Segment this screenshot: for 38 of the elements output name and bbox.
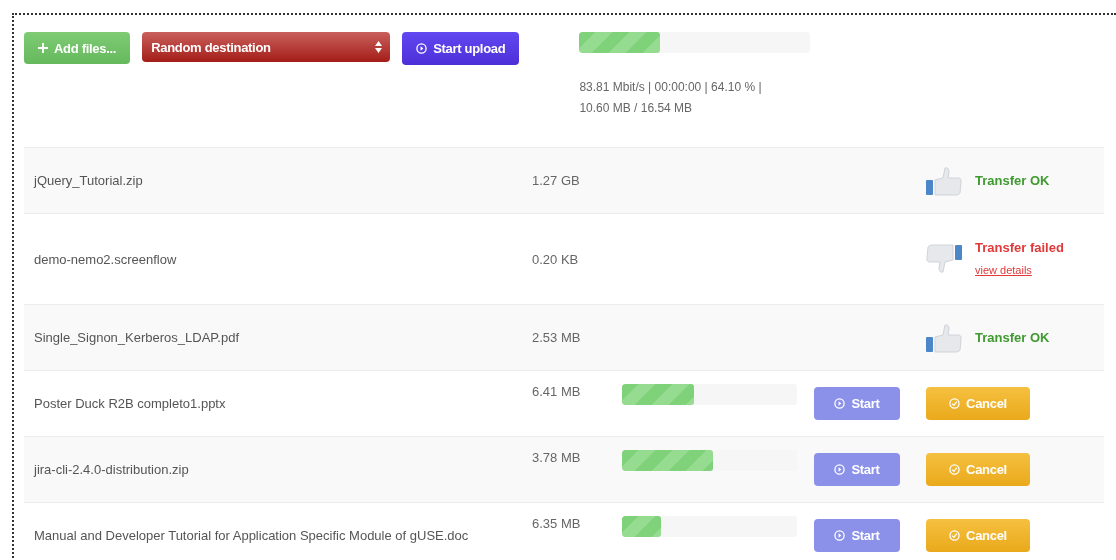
cancel-button[interactable]: Cancel (926, 453, 1030, 486)
cancel-button[interactable]: Cancel (926, 519, 1030, 552)
view-details-link[interactable]: view details (975, 264, 1032, 276)
file-name: demo-nemo2.screenflow (33, 250, 178, 269)
play-circle-icon (834, 464, 846, 475)
play-circle-icon (834, 398, 846, 409)
check-circle-icon (949, 530, 961, 541)
play-circle-icon (834, 530, 846, 541)
transfer-stats: 83.81 Mbit/s | 00:00:00 | 64.10 % | 10.60 MB / 16.54 MB (579, 79, 763, 117)
cancel-button[interactable]: Cancel (926, 387, 1030, 420)
thumbs-down-icon (925, 244, 963, 274)
plus-icon (38, 43, 48, 53)
file-name: jira-cli-2.4.0-distribution.zip (32, 461, 190, 479)
file-name: jQuery_Tutorial.zip (32, 172, 144, 190)
file-size: 2.53 MB (532, 330, 582, 345)
check-circle-icon (949, 398, 961, 409)
file-name: Manual and Developer Tutorial for Application Specific Module of gUSE.doc (33, 527, 470, 545)
file-size: 1.27 GB (532, 173, 581, 188)
file-size: 3.78 MB (532, 450, 582, 465)
transfer-status: Transfer failed view details (975, 239, 1065, 278)
thumbs-up-icon (925, 165, 963, 196)
start-button[interactable]: Start (814, 387, 900, 420)
file-size: 6.41 MB (532, 384, 582, 399)
thumbs-up-icon (925, 322, 963, 353)
start-upload-button[interactable]: Start upload (402, 32, 520, 65)
transfer-status: Transfer OK (975, 171, 1051, 190)
file-name: Poster Duck R2B completo1.pptx (33, 395, 227, 413)
transfer-status: Transfer OK (975, 328, 1051, 347)
add-files-button[interactable]: Add files... (24, 32, 131, 64)
updown-arrows-icon (375, 41, 383, 53)
start-button[interactable]: Start (814, 453, 900, 486)
start-button[interactable]: Start (814, 519, 900, 552)
play-circle-icon (416, 43, 428, 54)
file-size: 6.35 MB (532, 516, 582, 531)
file-size: 0.20 KB (532, 251, 580, 267)
destination-select[interactable]: Random destination (142, 32, 391, 62)
check-circle-icon (949, 464, 961, 475)
file-name: Single_Signon_Kerberos_LDAP.pdf (33, 329, 241, 347)
